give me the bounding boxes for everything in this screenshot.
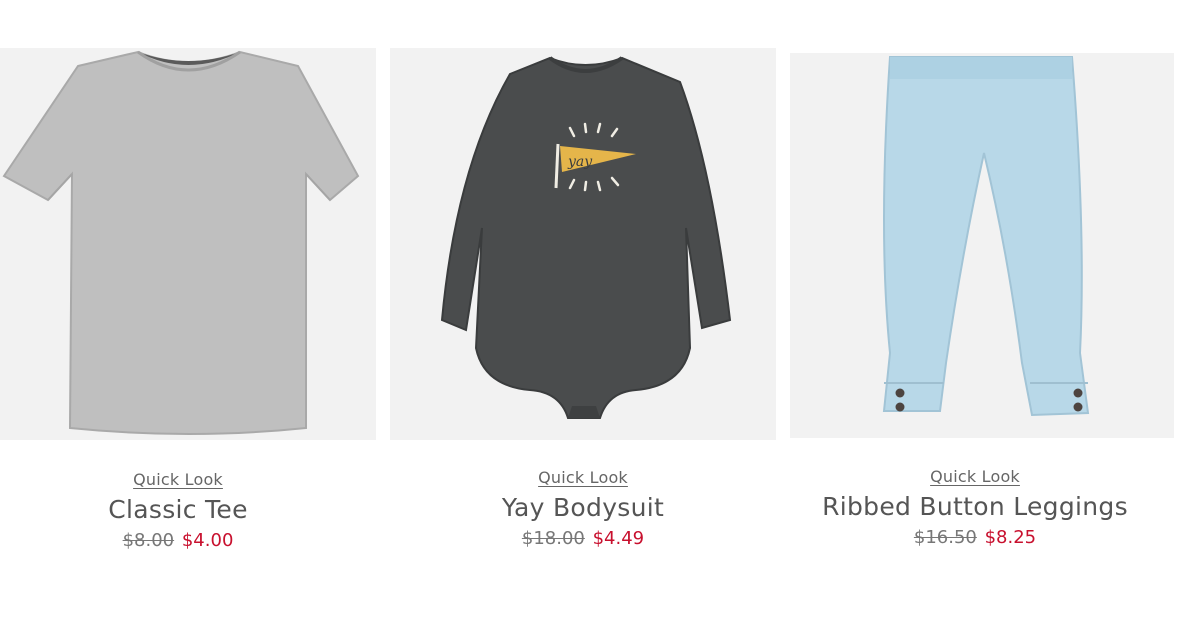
product-price: $18.00 $4.49 (390, 528, 776, 549)
light-blue-leggings-image (790, 53, 1174, 438)
product-meta: Quick Look Classic Tee $8.00 $4.00 (0, 470, 366, 551)
product-name[interactable]: Ribbed Button Leggings (783, 492, 1167, 521)
original-price: $18.00 (521, 528, 585, 549)
product-meta: Quick Look Ribbed Button Leggings $16.50… (783, 467, 1167, 548)
product-name[interactable]: Classic Tee (0, 495, 366, 524)
sale-price: $4.00 (181, 530, 234, 551)
quick-look-link[interactable]: Quick Look (538, 468, 628, 487)
product-price: $8.00 $4.00 (0, 530, 366, 551)
charcoal-bodysuit-image: yay (390, 48, 776, 440)
product-meta: Quick Look Yay Bodysuit $18.00 $4.49 (390, 468, 776, 549)
quick-look-link[interactable]: Quick Look (133, 470, 223, 489)
product-name[interactable]: Yay Bodysuit (390, 493, 776, 522)
product-grid: Quick Look Classic Tee $8.00 $4.00 yay Q… (0, 0, 1200, 633)
product-image-ribbed-button-leggings[interactable] (790, 53, 1174, 438)
sale-price: $4.49 (592, 528, 645, 549)
quick-look-link[interactable]: Quick Look (930, 467, 1020, 486)
product-card: Quick Look Classic Tee $8.00 $4.00 (0, 0, 376, 633)
original-price: $16.50 (913, 527, 977, 548)
product-image-classic-tee[interactable] (0, 48, 376, 440)
svg-text:yay: yay (567, 154, 593, 170)
product-price: $16.50 $8.25 (783, 527, 1167, 548)
original-price: $8.00 (122, 530, 175, 551)
product-card: yay Quick Look Yay Bodysuit $18.00 $4.49 (390, 0, 776, 633)
product-card: Quick Look Ribbed Button Leggings $16.50… (790, 0, 1174, 633)
sale-price: $8.25 (984, 527, 1037, 548)
product-image-yay-bodysuit[interactable]: yay (390, 48, 776, 440)
gray-tshirt-image (0, 48, 376, 440)
